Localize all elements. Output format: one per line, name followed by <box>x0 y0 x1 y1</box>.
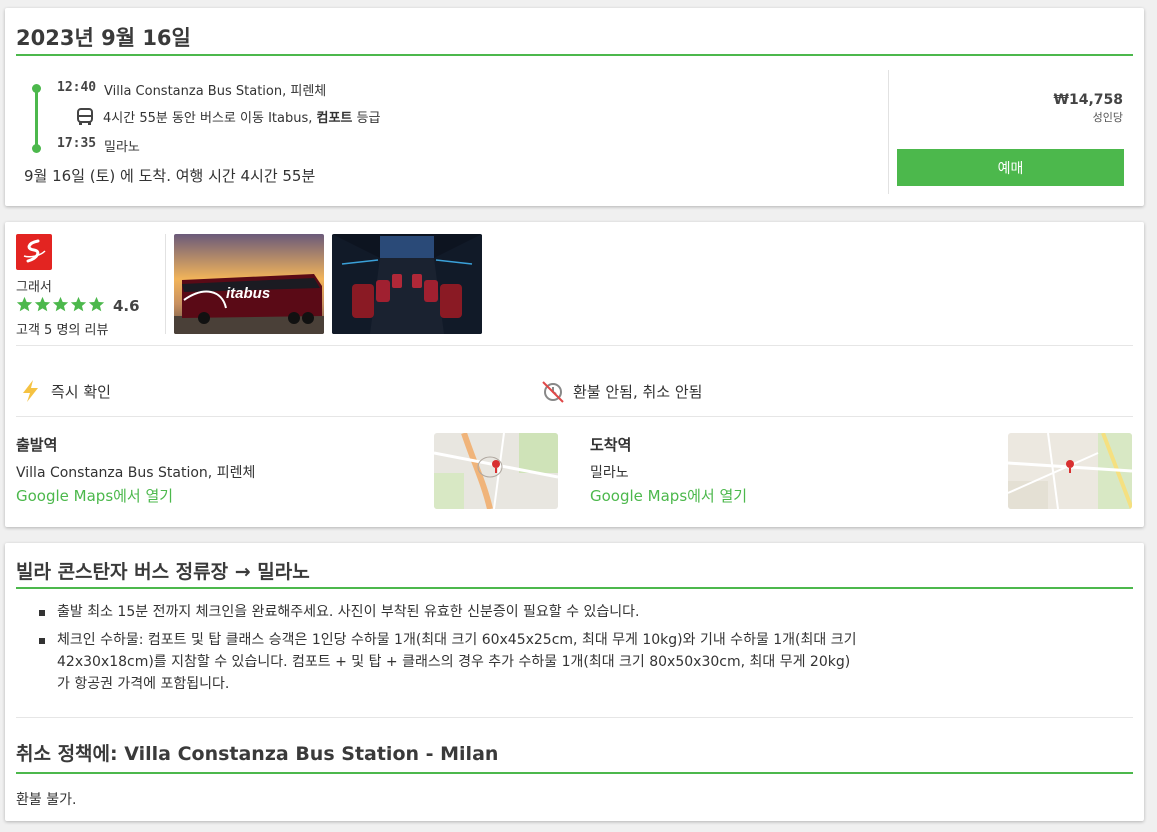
info-card: 빌라 콘스탄자 버스 정류장 → 밀라노 출발 최소 15분 전까지 체크인을 … <box>5 543 1144 821</box>
cancel-policy-text: 환불 불가. <box>16 792 77 808</box>
rating-value: 4.6 <box>113 297 140 315</box>
star-icon <box>88 296 105 312</box>
rule-item: 체크인 수하물: 컴포트 및 탑 클래스 승객은 1인당 수하물 1개(최대 크… <box>39 629 859 695</box>
bus-exterior-photo[interactable]: itabus <box>174 234 324 334</box>
star-icon <box>52 296 69 312</box>
star-icon <box>34 296 51 312</box>
book-button[interactable]: 예매 <box>897 149 1124 186</box>
arrival-label: 도착역 <box>590 436 632 454</box>
rating-stars <box>16 296 105 313</box>
operator-name: 그래서 <box>16 280 52 295</box>
bus-icon <box>75 107 95 127</box>
operator-divider <box>165 234 166 334</box>
arrival-station: 밀라노 <box>104 140 140 155</box>
arrival-time: 17:35 <box>57 136 97 151</box>
timeline-end-dot <box>32 144 41 153</box>
departure-station: Villa Constanza Bus Station, 피렌체 <box>104 84 327 99</box>
divider <box>16 345 1133 346</box>
trip-duration: 4시간 55분 동안 버스로 이동 Itabus, 컴포트 등급 <box>103 111 381 126</box>
timeline-start-dot <box>32 84 41 93</box>
operator-card: 그래서 4.6 고객 5 명의 리뷰 itabus 즉시 확인 환불 안됨, 취… <box>5 222 1144 527</box>
operator-logo <box>16 234 52 270</box>
departure-station-name: Villa Constanza Bus Station, 피렌체 <box>16 465 256 481</box>
price: ₩14,758 <box>1053 92 1123 108</box>
timeline-line <box>35 88 38 148</box>
trip-date-title: 2023년 9월 16일 <box>16 22 1133 56</box>
rule-item: 출발 최소 15분 전까지 체크인을 완료해주세요. 사진이 부착된 유효한 신… <box>39 601 859 623</box>
departure-map-link[interactable]: Google Maps에서 열기 <box>16 485 173 506</box>
route-title: 빌라 콘스탄자 버스 정류장 → 밀라노 <box>16 557 1133 589</box>
divider <box>16 717 1133 718</box>
divider <box>16 416 1133 417</box>
star-icon <box>70 296 87 312</box>
arrival-map-link[interactable]: Google Maps에서 열기 <box>590 485 747 506</box>
star-icon <box>16 296 33 312</box>
rules-list: 출발 최소 15분 전까지 체크인을 완료해주세요. 사진이 부착된 유효한 신… <box>39 601 859 701</box>
arrival-summary: 9월 16일 (토) 에 도착. 여행 시간 4시간 55분 <box>24 167 316 185</box>
no-refund-icon <box>540 378 566 404</box>
lightning-icon <box>18 378 44 404</box>
departure-map-thumbnail[interactable] <box>434 433 558 509</box>
no-refund-text: 환불 안됨, 취소 안됨 <box>573 383 703 401</box>
arrival-map-thumbnail[interactable] <box>1008 433 1132 509</box>
cancel-policy-title: 취소 정책에: Villa Constanza Bus Station - Mi… <box>16 739 1133 774</box>
instant-confirm-text: 즉시 확인 <box>51 383 111 401</box>
bus-interior-photo[interactable] <box>332 234 482 334</box>
review-count: 고객 5 명의 리뷰 <box>16 323 109 338</box>
price-divider <box>888 70 889 194</box>
departure-time: 12:40 <box>57 80 97 95</box>
svg-text:itabus: itabus <box>226 285 270 302</box>
trip-card: 2023년 9월 16일 12:40 Villa Constanza Bus S… <box>5 8 1144 206</box>
departure-label: 출발역 <box>16 436 58 454</box>
arrival-station-name: 밀라노 <box>590 465 629 481</box>
price-unit: 성인당 <box>1092 111 1123 124</box>
trip-class: 컴포트 <box>316 111 353 126</box>
